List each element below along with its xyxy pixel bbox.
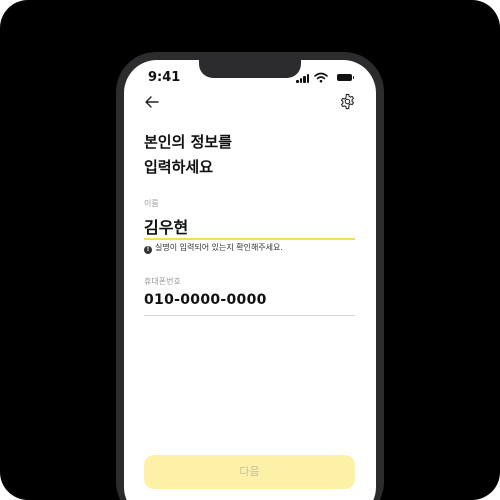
- status-time: 9:41: [148, 70, 181, 85]
- name-warning-message: ! 실명이 입력되어 있는지 확인해주세요.: [144, 242, 283, 254]
- gear-icon[interactable]: [339, 93, 356, 110]
- page-title-line-2: 입력하세요: [144, 158, 214, 176]
- phone-input-underline: [144, 315, 355, 316]
- phone-screen: 9:41 본인의 정보를 입력하세요 이름 김우현 ! 실명이 입력되어 있는지…: [124, 60, 376, 500]
- arrow-left-icon[interactable]: [144, 94, 160, 110]
- name-warning-text: 실명이 입력되어 있는지 확인해주세요.: [155, 243, 283, 252]
- phone-input[interactable]: 010-0000-0000: [144, 292, 267, 308]
- alert-circle-icon: !: [144, 246, 152, 254]
- name-input-underline: [144, 238, 355, 240]
- wifi-icon: [314, 72, 328, 83]
- name-field-label: 이름: [144, 199, 159, 208]
- name-input[interactable]: 김우현: [144, 214, 188, 238]
- page-title: 본인의 정보를 입력하세요: [144, 130, 354, 180]
- device-frame-background: 9:41 본인의 정보를 입력하세요 이름 김우현 ! 실명이 입력되어 있는지…: [0, 0, 500, 500]
- phone-field-label: 휴대폰번호: [144, 277, 181, 286]
- page-title-line-1: 본인의 정보를: [144, 133, 233, 151]
- signal-icon: [296, 74, 310, 83]
- battery-icon: [337, 74, 354, 81]
- phone-notch: [199, 60, 301, 78]
- next-button[interactable]: 다음: [144, 455, 355, 489]
